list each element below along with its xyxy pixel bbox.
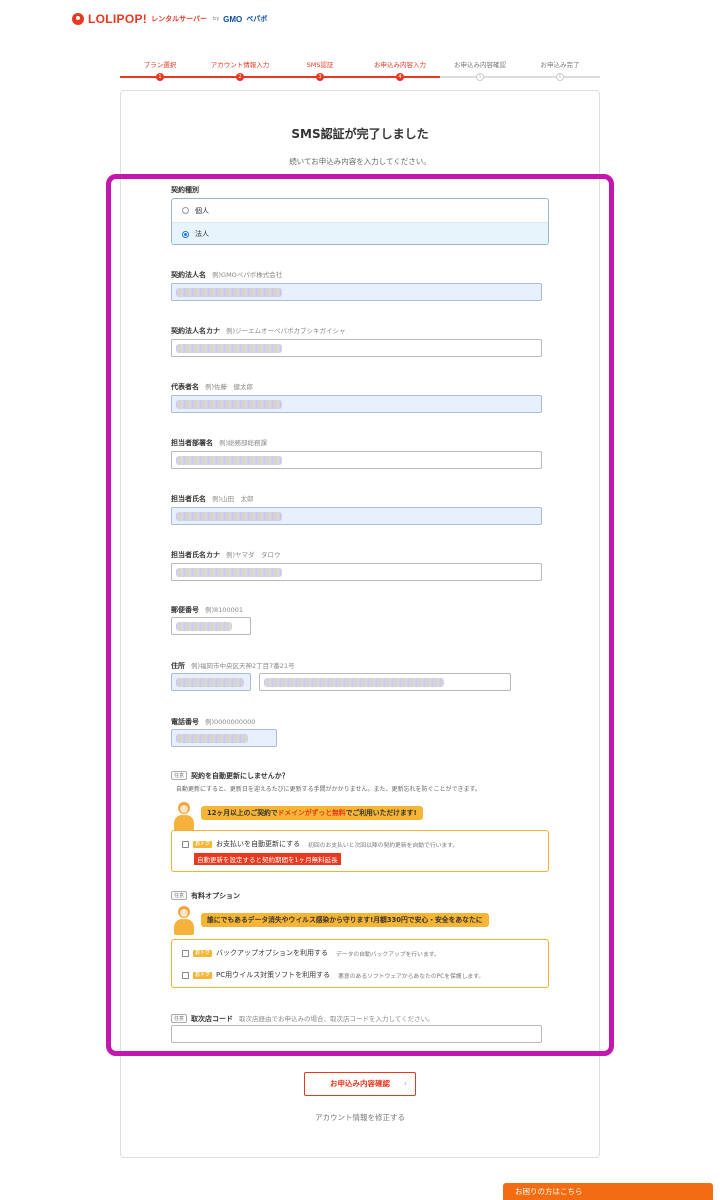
brand-gmo: GMO xyxy=(223,14,243,24)
steps-line-todo xyxy=(440,76,600,78)
highlight-frame xyxy=(106,174,614,1056)
chevron-right-icon: › xyxy=(404,1079,407,1088)
confirm-button[interactable]: お申込み内容確認 › xyxy=(304,1072,416,1096)
brand-pepabo: ペパボ xyxy=(246,15,268,23)
step-input: お申込み内容入力 4 xyxy=(374,61,426,81)
step-account: アカウント情報入力 2 xyxy=(210,61,270,81)
step-number: 6 xyxy=(556,73,564,81)
brand-name: LOLIPOP! xyxy=(88,12,148,26)
brand-by: by xyxy=(213,16,220,22)
step-plan: プラン選択 1 xyxy=(143,61,177,81)
page-subtitle: 続いてお申込み内容を入力してください。 xyxy=(289,157,431,166)
brand-sub: レンタルサーバー xyxy=(151,15,208,23)
progress-steps: プラン選択 1 アカウント情報入力 2 SMS認証 3 お申込み内容入力 4 お申込み内… xyxy=(120,60,600,84)
step-number: 3 xyxy=(316,73,324,81)
step-number: 4 xyxy=(396,73,404,81)
step-confirm: お申込み内容確認 5 xyxy=(454,61,506,81)
step-complete: お申込み完了 6 xyxy=(540,61,580,81)
step-number: 5 xyxy=(476,73,484,81)
steps-line-done xyxy=(120,76,440,78)
help-button[interactable]: お困りの方はこちら xyxy=(503,1183,713,1200)
edit-account-link[interactable]: アカウント情報を修正する xyxy=(0,1112,720,1123)
step-number: 2 xyxy=(236,73,244,81)
step-number: 1 xyxy=(156,73,164,81)
step-sms: SMS認証 3 xyxy=(306,61,334,81)
lollipop-icon xyxy=(72,13,84,25)
brand-logo[interactable]: LOLIPOP! レンタルサーバー by GMO ペパボ xyxy=(72,12,267,26)
page-title: SMS認証が完了しました xyxy=(291,127,429,141)
